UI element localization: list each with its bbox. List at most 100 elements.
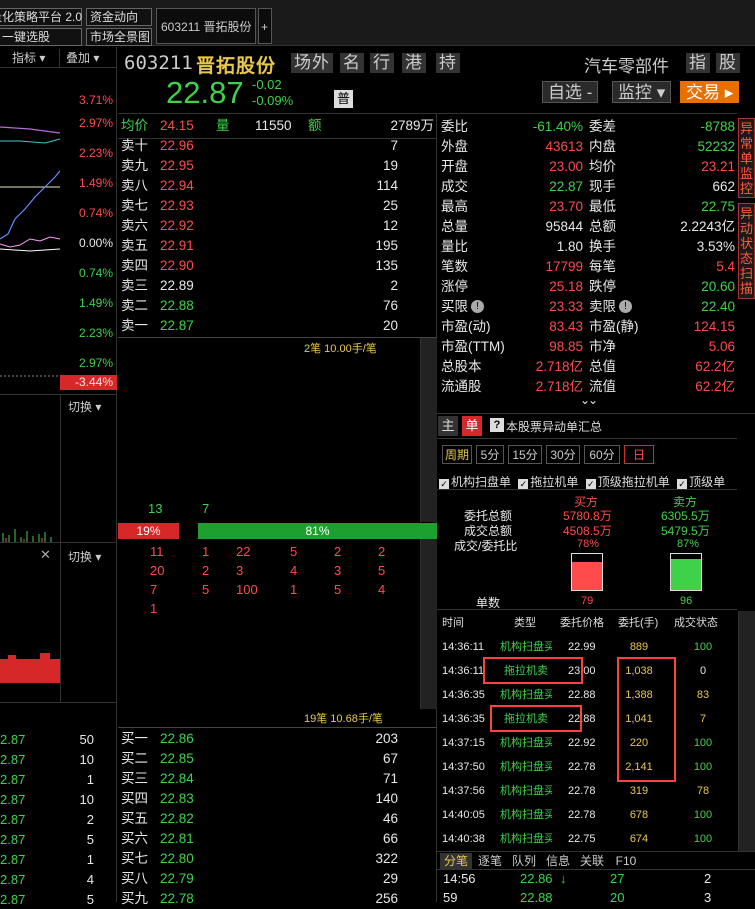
order-qty: 319	[629, 785, 649, 797]
stat-value: -8788	[700, 119, 735, 134]
ask-row: 卖二 22.88 76	[118, 296, 418, 316]
table-row[interactable]: 14:40:38 机构扫盘买 22.75 674 100	[438, 827, 738, 851]
queue-scrollbar[interactable]	[420, 539, 437, 709]
col-header-type[interactable]: 类型	[514, 611, 536, 635]
queue-scrollbar[interactable]	[420, 338, 437, 522]
overlay-menu[interactable]: 叠加 ▾	[62, 49, 116, 67]
order-status: 100	[693, 737, 713, 749]
tag-hk[interactable]: 港	[402, 53, 426, 73]
tick-price: 2.87	[0, 772, 26, 787]
level-volume: 195	[375, 238, 398, 253]
stat-value: 98.85	[549, 339, 583, 354]
add-tab-button[interactable]: +	[258, 8, 272, 44]
order-type: 机构扫盘买	[500, 833, 552, 845]
abnormal-scan-tab[interactable]: 异动状态扫描	[738, 203, 755, 299]
watchlist-button[interactable]: 自选 -	[542, 81, 599, 103]
switch-menu[interactable]: 切换 ▾	[68, 398, 101, 415]
col-header-status[interactable]: 成交状态	[674, 611, 718, 635]
last-price: 22.87	[166, 75, 244, 110]
stat-label: 卖限	[589, 299, 616, 314]
bid-row: 买三 22.84 71	[118, 769, 418, 789]
stat-value: 2.718亿	[535, 379, 583, 394]
tag-otc[interactable]: 场外	[291, 53, 333, 73]
expand-icon[interactable]: ⌄⌄	[580, 393, 598, 407]
bottom-tab[interactable]: F10	[610, 853, 642, 869]
tag-index[interactable]: 指	[686, 53, 710, 73]
stat-value: 23.00	[549, 159, 583, 174]
check-icon: ✓	[439, 479, 449, 489]
col-header-price[interactable]: 委托价格	[560, 611, 604, 635]
stock-tab[interactable]: 603211 晋拓股份	[156, 8, 256, 44]
stat-value: 62.2亿	[695, 379, 735, 394]
amt-label: 额	[308, 118, 322, 133]
level-volume: 19	[382, 158, 398, 173]
filter-tractor[interactable]: ✓ 拖拉机单	[518, 475, 578, 489]
table-row[interactable]: 14:37:50 机构扫盘买 22.78 2,141 100	[438, 755, 738, 779]
filter-top-tractor[interactable]: ✓ 顶级拖拉机单	[585, 475, 670, 489]
queue-cell: 4	[378, 582, 386, 597]
period-day[interactable]: 日	[624, 445, 654, 464]
stat-label: 委差	[589, 119, 616, 134]
monitor-button[interactable]: 监控 ▾	[612, 81, 672, 103]
period-5m[interactable]: 5分	[476, 445, 504, 464]
level-price: 22.81	[160, 831, 194, 846]
order-qty: 678	[629, 809, 649, 821]
period-30m[interactable]: 30分	[546, 445, 580, 464]
level-price: 22.79	[160, 871, 194, 886]
order-price: 23.00	[568, 665, 596, 677]
tag-industry[interactable]: 行	[370, 53, 394, 73]
table-row[interactable]: 14:36:11 机构扫盘买 22.99 889 100	[438, 635, 738, 659]
bottom-tab[interactable]: 信息	[542, 853, 574, 869]
ask-row: 卖五 22.91 195	[118, 236, 418, 256]
market-panorama-button[interactable]: 市场全景图	[86, 28, 152, 46]
info-icon[interactable]: !	[471, 300, 484, 313]
period-60m[interactable]: 60分	[584, 445, 620, 464]
stat-value: 22.87	[549, 179, 583, 194]
abnormal-order-monitor-tab[interactable]: 异常单监控	[738, 118, 755, 198]
ask-summary: 2笔 10.00手/笔	[304, 343, 377, 355]
table-scrollbar[interactable]	[738, 611, 755, 851]
trade-button[interactable]: 交易 ▸	[680, 81, 740, 103]
stat-label: 委比	[441, 119, 468, 134]
period-15m[interactable]: 15分	[508, 445, 542, 464]
queue-cell: 7	[150, 582, 158, 597]
col-header-time[interactable]: 时间	[442, 611, 464, 635]
bottom-tab[interactable]: 关联	[576, 853, 608, 869]
switch-menu[interactable]: 切换 ▾	[68, 548, 101, 565]
bottom-tab[interactable]: 队列	[508, 853, 540, 869]
tag-stock[interactable]: 股	[716, 53, 740, 73]
bottom-tab[interactable]: 分笔	[440, 853, 472, 869]
table-row[interactable]: 14:36:11 拖拉机卖 23.00 1,038 0	[438, 659, 738, 683]
filter-institution-sweep[interactable]: ✓ 机构扫盘单	[439, 475, 511, 489]
table-row[interactable]: 14:40:05 机构扫盘买 22.78 678 100	[438, 803, 738, 827]
ratio-left: 19%	[118, 523, 179, 539]
stat-row: 市盈(动) 83.43 市盈(静) 124.15	[437, 317, 737, 337]
tag-rank[interactable]: 名	[340, 53, 364, 73]
one-click-select-button[interactable]: 一键选股	[0, 28, 82, 46]
industry-label[interactable]: 汽车零部件	[584, 52, 669, 77]
tag-holdings[interactable]: 持	[436, 53, 460, 73]
table-row[interactable]: 14:36:35 机构扫盘买 22.88 1,388 83	[438, 683, 738, 707]
level-volume: 322	[375, 851, 398, 866]
tab-single[interactable]: 单	[462, 416, 482, 436]
check-icon: ✓	[677, 479, 688, 489]
col-header-qty[interactable]: 委托(手)	[618, 611, 658, 635]
info-icon[interactable]: !	[619, 300, 632, 313]
queue-cell: 5	[378, 563, 386, 578]
quant-platform-button[interactable]: 量化策略平台 2.0	[0, 8, 82, 26]
bottom-tab[interactable]: 逐笔	[474, 853, 506, 869]
price-change: -0.02	[252, 77, 282, 92]
fund-flow-button[interactable]: 资金动向	[86, 8, 152, 26]
level-price: 22.90	[160, 258, 194, 273]
help-icon[interactable]: ?	[490, 418, 504, 432]
bid-row: 买六 22.81 66	[118, 829, 418, 849]
check-icon: ✓	[585, 479, 596, 489]
level-label: 卖四	[121, 258, 148, 273]
table-row[interactable]: 14:36:35 拖拉机卖 22.88 1,041 7	[438, 707, 738, 731]
indicator-menu[interactable]: 指标 ▾	[0, 49, 60, 67]
table-row[interactable]: 14:37:56 机构扫盘买 22.78 319 78	[438, 779, 738, 803]
table-row[interactable]: 14:37:15 机构扫盘买 22.92 220 100	[438, 731, 738, 755]
close-icon[interactable]: ✕	[40, 547, 51, 563]
filter-top-order[interactable]: ✓ 顶级单	[677, 475, 725, 489]
tab-main[interactable]: 主	[438, 416, 458, 436]
